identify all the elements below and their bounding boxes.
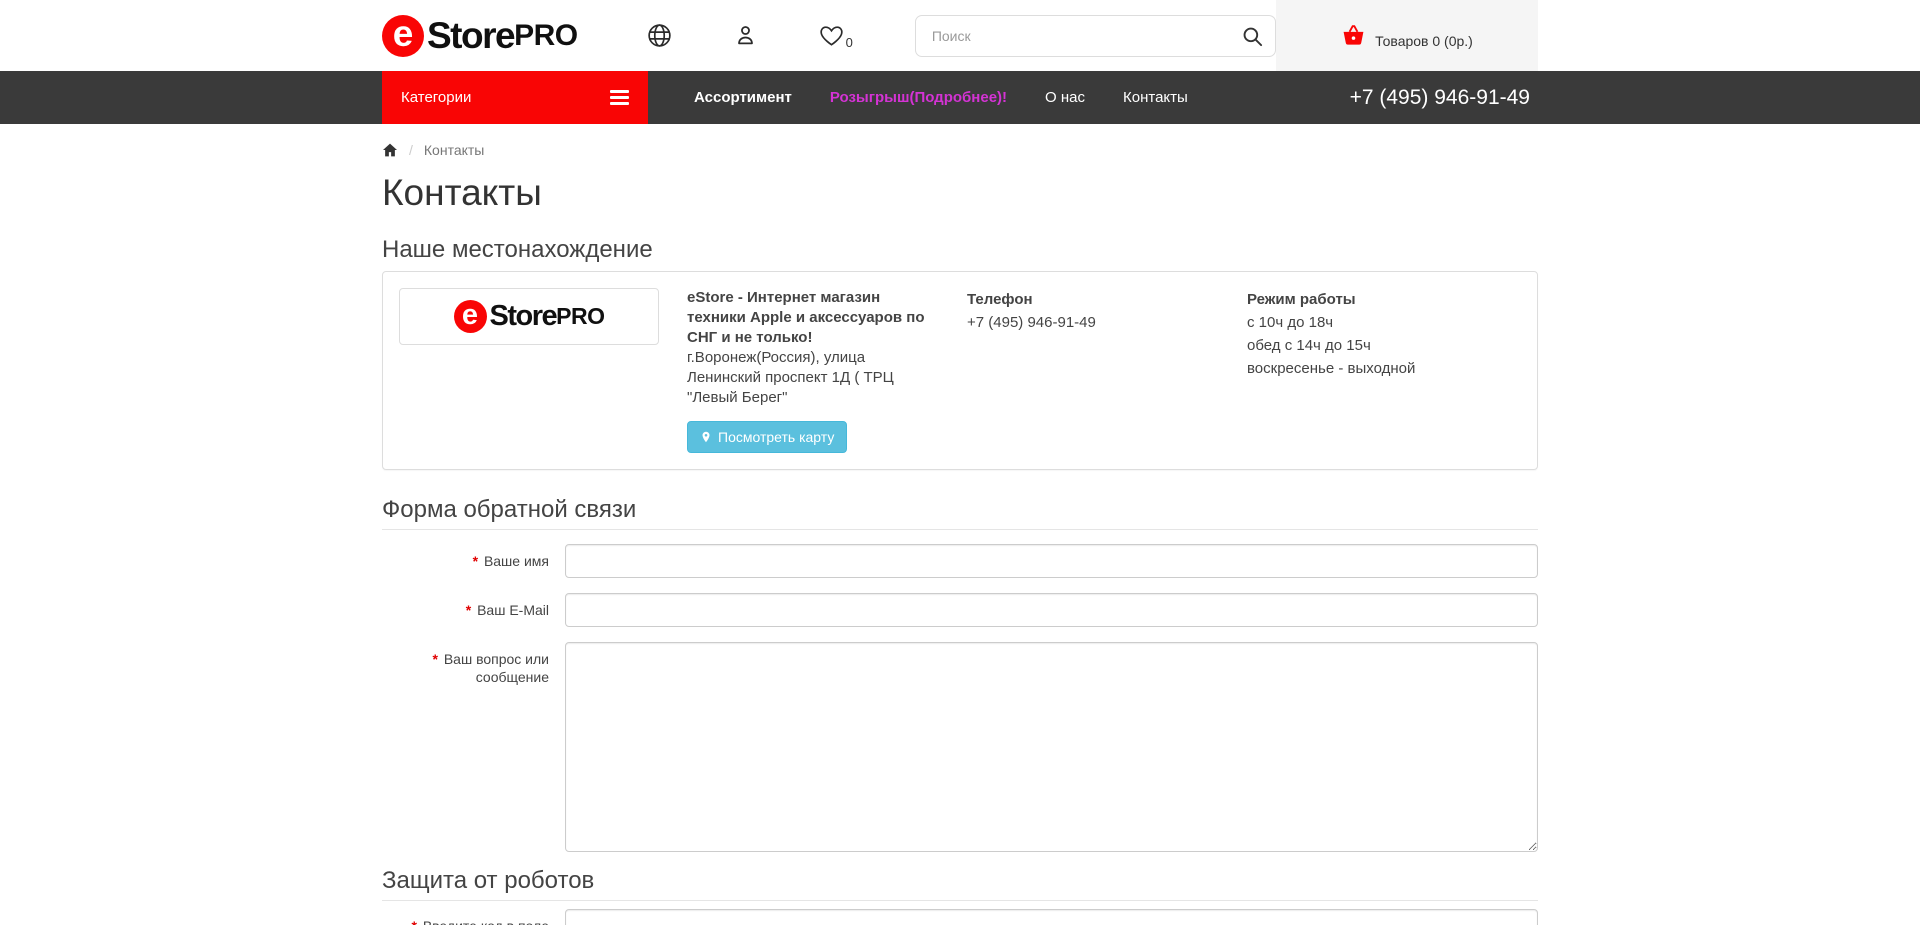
cart-button[interactable]: Товаров 0 (0р.) (1276, 0, 1538, 71)
view-map-button[interactable]: Посмотреть карту (687, 421, 847, 453)
message-label: * Ваш вопрос или сообщение (382, 642, 565, 852)
form-row-name: * Ваше имя (382, 544, 1538, 578)
hours-line: воскресенье - выходной (1247, 357, 1521, 380)
search-button[interactable] (1239, 23, 1266, 53)
store-title: eStore - Интернет магазин техники Apple … (687, 288, 939, 348)
captcha-heading: Защита от роботов (382, 867, 1538, 901)
location-panel: eStorePRO eStore - Интернет магазин техн… (382, 271, 1538, 470)
store-logo-image: eStorePRO (399, 288, 659, 345)
logo-store-text: Store (490, 300, 557, 333)
breadcrumb-home-link[interactable] (382, 142, 398, 158)
captcha-label: * Введите код в поле ниже (382, 909, 565, 925)
page-title: Контакты (382, 172, 1538, 214)
required-asterisk: * (432, 651, 437, 667)
name-label: * Ваше имя (382, 544, 565, 578)
nav-links: Ассортимент Розыгрыш(Подробнее)! О нас К… (675, 71, 1207, 124)
categories-button[interactable]: Категории (382, 71, 648, 124)
required-asterisk: * (411, 918, 416, 925)
hours-line: с 10ч до 18ч (1247, 311, 1521, 334)
wishlist-count: 0 (846, 36, 853, 49)
logo-store-text: Store (427, 15, 514, 57)
breadcrumb: / Контакты (382, 140, 1538, 160)
logo-pro-text: PRO (514, 19, 578, 53)
phone-column: Телефон +7 (495) 946-91-49 (967, 288, 1219, 453)
breadcrumb-separator: / (409, 142, 413, 158)
main-nav: Категории Ассортимент Розыгрыш(Подробнее… (0, 71, 1920, 124)
hours-heading: Режим работы (1247, 288, 1521, 311)
nav-item-about[interactable]: О нас (1026, 89, 1104, 106)
header-icons: 0 (646, 22, 853, 49)
logo-e-mark: e (454, 300, 487, 333)
name-input[interactable] (565, 544, 1538, 578)
store-info-column: eStore - Интернет магазин техники Apple … (687, 288, 939, 453)
categories-label: Категории (401, 89, 471, 106)
site-logo[interactable]: eStorePRO (382, 15, 578, 57)
message-textarea[interactable] (565, 642, 1538, 852)
nav-item-contacts[interactable]: Контакты (1104, 89, 1207, 106)
search-box (915, 15, 1276, 57)
email-label: * Ваш E-Mail (382, 593, 565, 627)
hours-line: обед с 14ч до 15ч (1247, 334, 1521, 357)
map-pin-icon (700, 430, 712, 444)
email-input[interactable] (565, 593, 1538, 627)
hours-column: Режим работы с 10ч до 18ч обед с 14ч до … (1247, 288, 1521, 453)
required-asterisk: * (473, 553, 478, 569)
home-icon (382, 142, 398, 158)
form-row-message: * Ваш вопрос или сообщение (382, 642, 1538, 852)
logo-e-mark: e (382, 15, 424, 57)
store-address: г.Воронеж(Россия), улица Ленинский просп… (687, 348, 939, 408)
captcha-input[interactable] (565, 909, 1538, 925)
language-globe-icon[interactable] (646, 22, 673, 49)
view-map-label: Посмотреть карту (718, 429, 834, 445)
site-header: eStorePRO 0 (0, 0, 1920, 71)
account-icon[interactable] (733, 23, 758, 48)
cart-total-label: Товаров 0 (0р.) (1375, 23, 1473, 49)
form-row-captcha: * Введите код в поле ниже (382, 909, 1538, 925)
cart-basket-icon (1341, 23, 1366, 48)
breadcrumb-current: Контакты (424, 142, 484, 158)
location-heading: Наше местонахождение (382, 236, 1538, 263)
main-content: Контакты Наше местонахождение eStorePRO … (382, 172, 1538, 925)
search-input[interactable] (915, 15, 1276, 57)
phone-heading: Телефон (967, 288, 1219, 311)
search-icon (1241, 25, 1264, 48)
store-logo: eStorePRO (454, 300, 605, 333)
logo-pro-text: PRO (556, 303, 604, 330)
nav-item-assortment[interactable]: Ассортимент (675, 89, 811, 106)
menu-hamburger-icon (610, 90, 629, 105)
nav-phone-number: +7 (495) 946-91-49 (1350, 86, 1538, 110)
phone-value: +7 (495) 946-91-49 (967, 311, 1219, 334)
required-asterisk: * (466, 602, 471, 618)
wishlist-heart-icon[interactable]: 0 (818, 22, 853, 49)
nav-item-giveaway[interactable]: Розыгрыш(Подробнее)! (811, 89, 1026, 106)
form-row-email: * Ваш E-Mail (382, 593, 1538, 627)
contact-form-heading: Форма обратной связи (382, 496, 1538, 530)
